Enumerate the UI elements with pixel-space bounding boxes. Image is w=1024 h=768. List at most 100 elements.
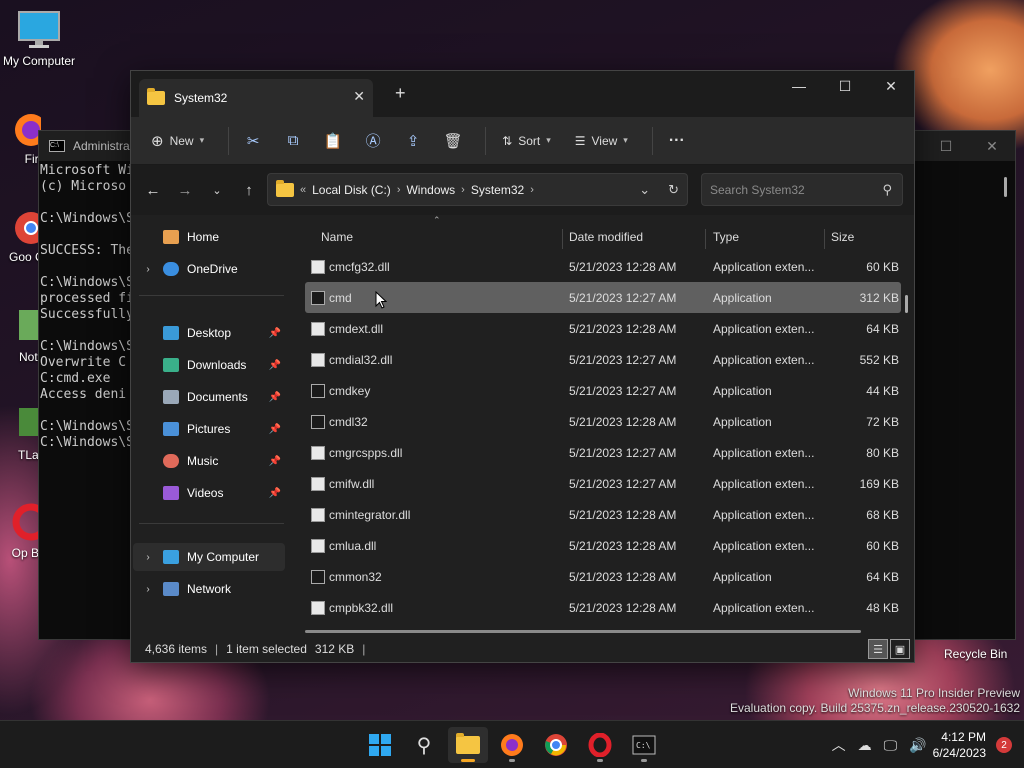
network-off-icon[interactable]: ☁ <box>858 737 872 754</box>
more-options-button[interactable]: ··· <box>661 125 693 157</box>
file-date: 5/21/2023 12:28 AM <box>569 569 677 584</box>
table-row[interactable]: cmcfg32.dll 5/21/2023 12:28 AM Application… <box>305 251 901 282</box>
copy-button[interactable]: ⧉ <box>277 125 309 157</box>
table-row[interactable]: cmdl32 5/21/2023 12:28 AM Application 72 KB <box>305 406 901 437</box>
column-header-date[interactable]: Date modified <box>561 223 701 251</box>
table-row[interactable]: cmpbk32.dll 5/21/2023 12:28 AM Application… <box>305 592 901 623</box>
table-row[interactable]: cmlua.dll 5/21/2023 12:28 AM Application e… <box>305 530 901 561</box>
view-button[interactable]: ☰ View ▾ <box>567 125 636 157</box>
dll-file-icon <box>311 600 325 615</box>
taskbar-chrome[interactable] <box>536 727 576 763</box>
table-row[interactable]: cmgrcspps.dll 5/21/2023 12:27 AM Applicati… <box>305 437 901 468</box>
file-name: cmdial32.dll <box>329 352 393 367</box>
toolbar-divider <box>228 126 230 155</box>
cmd-scrollbar-thumb[interactable] <box>1004 177 1007 197</box>
rename-button[interactable]: Ⓐ <box>357 125 389 157</box>
column-header-type[interactable]: Type <box>705 223 819 251</box>
cmd-maximize-button[interactable]: ☐ <box>923 131 969 161</box>
chevron-right-icon[interactable]: › <box>133 264 163 275</box>
breadcrumb-windows[interactable]: Windows <box>406 183 455 197</box>
sort-button[interactable]: ⇅ Sort ▾ <box>494 125 559 157</box>
chevron-right-icon[interactable]: › <box>133 552 163 563</box>
back-button[interactable]: ← <box>137 182 169 199</box>
minimize-button[interactable]: — <box>776 71 822 101</box>
sidebar-item-onedrive[interactable]: › OneDrive <box>133 255 285 283</box>
paste-button[interactable]: 📋 <box>317 125 349 157</box>
view-label: View <box>591 133 618 148</box>
breadcrumb-overflow[interactable]: « <box>300 184 306 196</box>
taskbar-file-explorer[interactable] <box>448 727 488 763</box>
sidebar-item-desktop[interactable]: Desktop 📌 <box>133 319 285 347</box>
sidebar-item-videos[interactable]: Videos 📌 <box>133 479 285 507</box>
address-dropdown-icon[interactable]: ⌄ <box>639 182 650 198</box>
refresh-icon[interactable]: ↻ <box>668 182 679 198</box>
breadcrumb-local-disk[interactable]: Local Disk (C:) <box>312 183 391 197</box>
breadcrumb-system32[interactable]: System32 <box>471 183 524 197</box>
table-row[interactable]: cmmon32 5/21/2023 12:28 AM Application 64 K… <box>305 561 901 592</box>
taskbar: ⚲ C:\ ︿ ☁ 🖵 🔊 4:12 PM 6/24/2023 2 <box>0 720 1024 768</box>
table-row[interactable]: cmd 5/21/2023 12:27 AM Application 312 KB <box>305 282 901 313</box>
taskbar-opera[interactable] <box>580 727 620 763</box>
tab-close-icon[interactable]: ✕ <box>353 88 365 105</box>
forward-button[interactable]: → <box>169 182 201 199</box>
up-button[interactable]: ↑ <box>233 182 265 199</box>
sidebar-item-music[interactable]: Music 📌 <box>133 447 285 475</box>
table-row[interactable]: cmintegrator.dll 5/21/2023 12:28 AM Applic… <box>305 499 901 530</box>
taskbar-firefox[interactable] <box>492 727 532 763</box>
cmd-close-button[interactable]: ✕ <box>969 131 1015 161</box>
sidebar-divider <box>139 523 284 524</box>
tab-system32[interactable]: System32 ✕ <box>139 79 373 117</box>
pin-icon[interactable]: 📌 <box>269 456 281 467</box>
column-header-name[interactable]: Name <box>313 223 553 251</box>
close-button[interactable]: ✕ <box>868 71 914 101</box>
clock[interactable]: 4:12 PM 6/24/2023 <box>933 729 986 761</box>
tiles-view-button[interactable]: ▣ <box>890 639 910 659</box>
share-button[interactable]: ⇪ <box>397 125 429 157</box>
maximize-button[interactable]: ☐ <box>822 71 868 101</box>
pin-icon[interactable]: 📌 <box>269 392 281 403</box>
desktop-icon-recycle-bin[interactable]: Recycle Bin <box>944 647 1007 661</box>
sidebar-item-my-computer[interactable]: › My Computer <box>133 543 285 571</box>
pin-icon[interactable]: 📌 <box>269 328 281 339</box>
tlauncher-icon <box>0 404 43 444</box>
new-button[interactable]: ⊕ New ▾ <box>143 125 212 157</box>
file-explorer-window[interactable]: System32 ✕ + — ☐ ✕ ⊕ New ▾ ✂ ⧉ 📋 Ⓐ ⇪ 🗑 ⇅… <box>130 70 915 663</box>
table-row[interactable]: cmifw.dll 5/21/2023 12:27 AM Application e… <box>305 468 901 499</box>
sidebar-item-network[interactable]: › Network <box>133 575 285 603</box>
column-header-size[interactable]: Size <box>823 223 903 251</box>
table-row[interactable]: cmdkey 5/21/2023 12:27 AM Application 44 KB <box>305 375 901 406</box>
vertical-scrollbar-thumb[interactable] <box>905 295 908 313</box>
new-tab-button[interactable]: + <box>395 83 406 104</box>
chevron-right-icon[interactable]: › <box>133 584 163 595</box>
sidebar-item-pictures[interactable]: Pictures 📌 <box>133 415 285 443</box>
display-icon[interactable]: 🖵 <box>884 737 898 754</box>
chevron-up-icon[interactable]: ︿ <box>832 735 846 755</box>
address-bar[interactable]: « Local Disk (C:) › Windows › System32 ›… <box>267 173 688 206</box>
taskbar-terminal[interactable]: C:\ <box>624 727 664 763</box>
cut-button[interactable]: ✂ <box>237 125 269 157</box>
sidebar-item-downloads[interactable]: Downloads 📌 <box>133 351 285 379</box>
table-row[interactable]: cmdial32.dll 5/21/2023 12:27 AM Applicatio… <box>305 344 901 375</box>
delete-button[interactable]: 🗑 <box>437 125 469 157</box>
start-button[interactable] <box>360 727 400 763</box>
pin-icon[interactable]: 📌 <box>269 424 281 435</box>
notification-badge[interactable]: 2 <box>996 737 1012 753</box>
desktop-icon-my-computer[interactable]: My Computer <box>2 10 76 68</box>
search-input[interactable] <box>710 182 870 197</box>
search-taskbar-button[interactable]: ⚲ <box>404 727 444 763</box>
pin-icon[interactable]: 📌 <box>269 360 281 371</box>
details-view-button[interactable]: ☰ <box>868 639 888 659</box>
system-tray: ︿ ☁ 🖵 🔊 4:12 PM 6/24/2023 2 <box>826 721 1024 768</box>
recent-locations-button[interactable]: ⌄ <box>201 184 233 197</box>
dll-file-icon <box>311 445 325 460</box>
search-box[interactable]: ⚲ <box>701 173 903 206</box>
horizontal-scrollbar-thumb[interactable] <box>305 630 861 633</box>
pin-icon[interactable]: 📌 <box>269 488 281 499</box>
table-row[interactable]: cmdext.dll 5/21/2023 12:28 AM Application … <box>305 313 901 344</box>
file-list[interactable]: Name ⌃ Date modified Type Size cmcfg32.d… <box>305 215 916 638</box>
windows-logo-icon <box>369 734 391 756</box>
sidebar-item-home[interactable]: Home <box>133 223 285 251</box>
volume-icon[interactable]: 🔊 <box>909 737 926 754</box>
sidebar-item-documents[interactable]: Documents 📌 <box>133 383 285 411</box>
monitor-icon <box>17 10 61 50</box>
